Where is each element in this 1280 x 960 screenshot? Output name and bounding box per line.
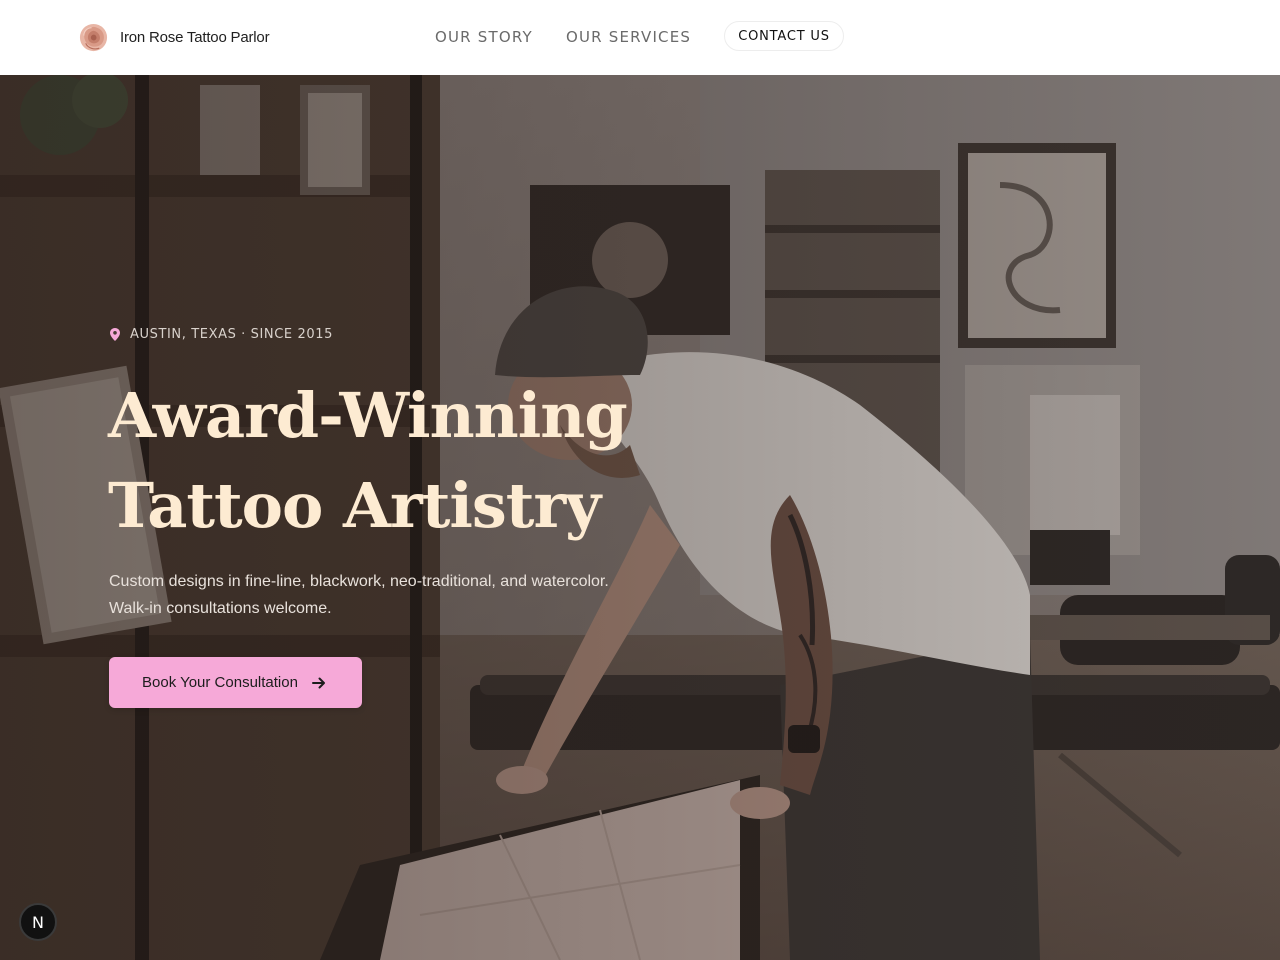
rose-logo-icon <box>78 22 109 53</box>
hero-subtitle: Custom designs in fine-line, blackwork, … <box>109 568 669 622</box>
map-pin-icon <box>110 328 120 341</box>
hero-subtitle-line-1: Custom designs in fine-line, blackwork, … <box>109 573 609 590</box>
book-consultation-button[interactable]: Book Your Consultation <box>109 657 362 708</box>
nav-link-our-services[interactable]: OUR SERVICES <box>566 28 691 46</box>
nav-link-our-story[interactable]: OUR STORY <box>435 28 533 46</box>
hero-headline-line-1: Award-Winning <box>108 379 628 452</box>
brand-name: Iron Rose Tattoo Parlor <box>120 29 270 46</box>
hero-section: AUSTIN, TEXAS · SINCE 2015 Award-Winning… <box>0 75 1280 960</box>
nextjs-badge-label: N <box>32 912 44 932</box>
site-header: Iron Rose Tattoo Parlor OUR STORY OUR SE… <box>0 0 1280 75</box>
hero-subtitle-line-2: Walk-in consultations welcome. <box>109 600 332 617</box>
hero-headline: Award-Winning Tattoo Artistry <box>108 371 748 551</box>
nextjs-badge-icon[interactable]: N <box>19 903 57 941</box>
contact-us-button[interactable]: CONTACT US <box>724 21 844 51</box>
arrow-right-icon <box>298 674 328 692</box>
hero-location: AUSTIN, TEXAS · SINCE 2015 <box>110 327 333 342</box>
book-consultation-label: Book Your Consultation <box>142 674 298 691</box>
hero-eyebrow-text: AUSTIN, TEXAS · SINCE 2015 <box>130 327 333 342</box>
hero-headline-line-2: Tattoo Artistry <box>108 469 601 542</box>
brand-link[interactable]: Iron Rose Tattoo Parlor <box>78 22 270 53</box>
